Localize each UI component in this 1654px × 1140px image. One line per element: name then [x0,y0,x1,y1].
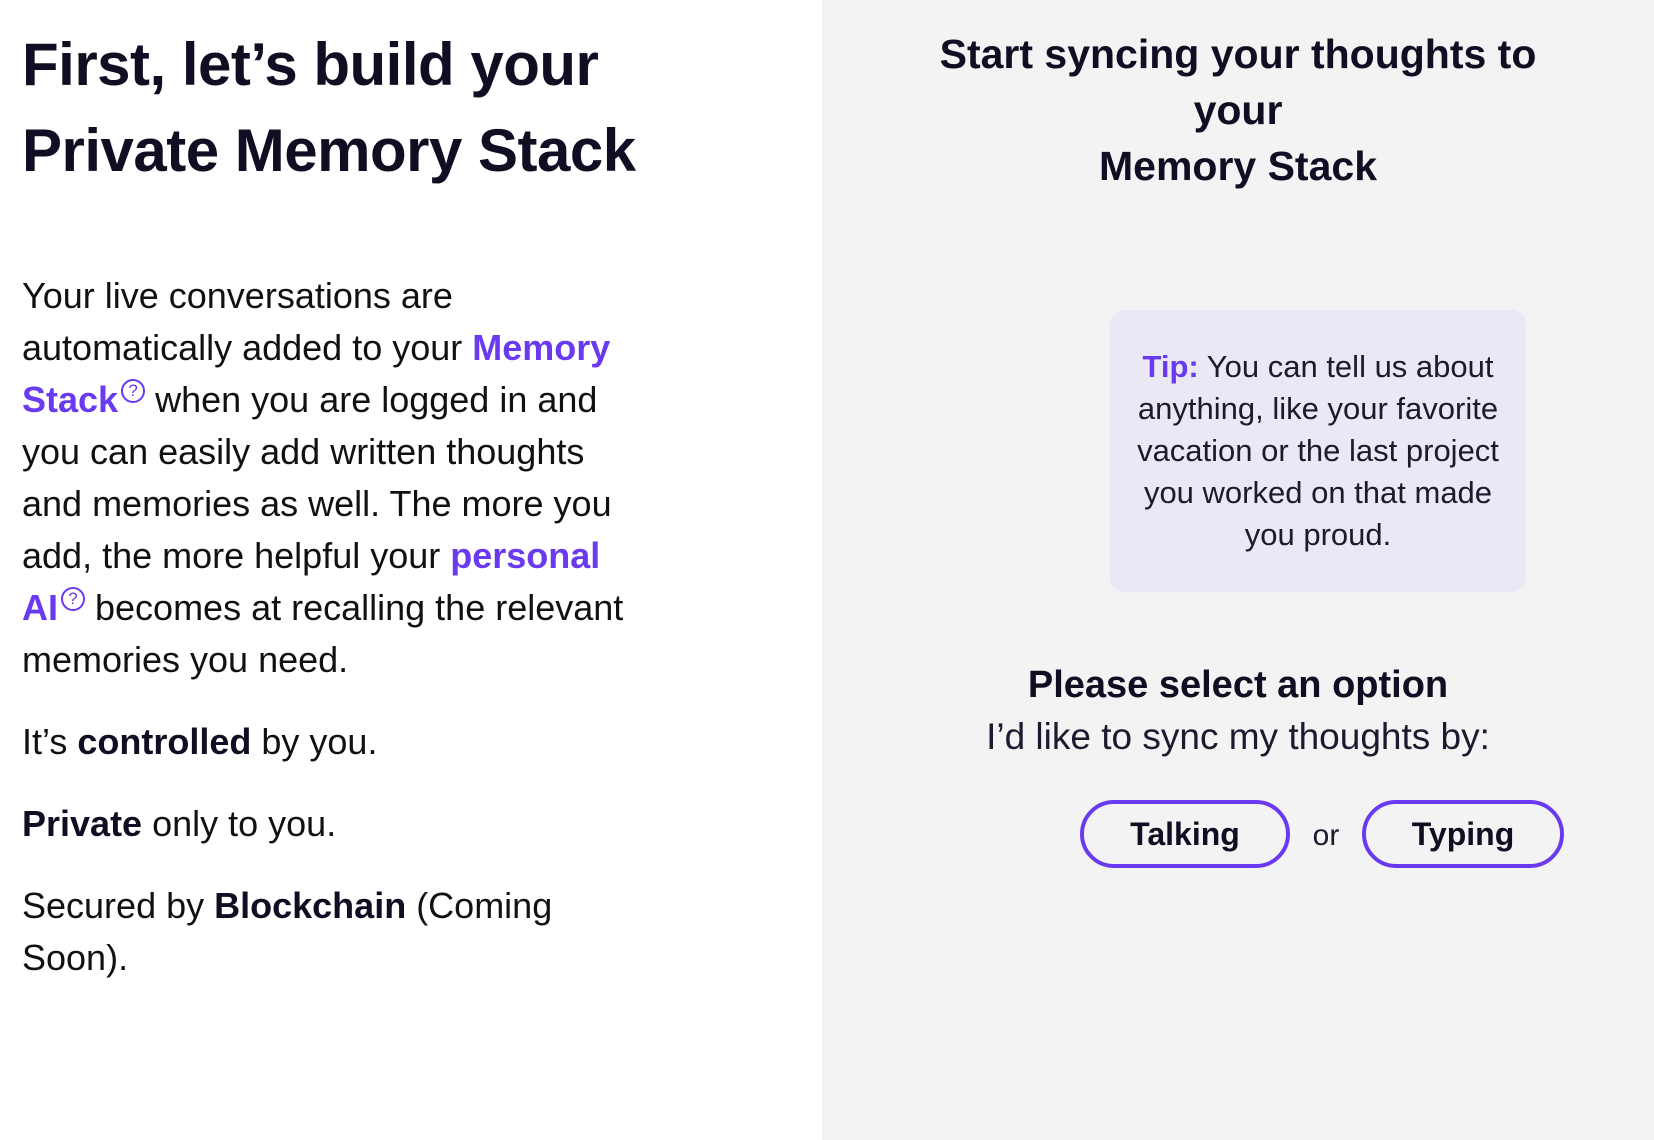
controlled-bold: controlled [77,721,252,762]
intro-paragraph: Your live conversations are automaticall… [22,270,642,686]
sync-panel: Start syncing your thoughts to your Memo… [822,0,1654,1140]
sync-options: Talking or Typing [1080,800,1564,868]
onboarding-page: First, let’s build your Private Memory S… [0,0,1654,1140]
private-suffix: only to you. [142,803,337,844]
talking-button[interactable]: Talking [1080,800,1290,868]
select-option-heading: Please select an option [1027,664,1449,706]
private-statement: Private only to you. [22,798,642,850]
tip-label: Tip: [1142,349,1199,384]
secured-prefix: Secured by [22,885,215,926]
intro-text-1: Your live conversations are automaticall… [22,275,473,368]
controlled-prefix: It’s [22,721,78,762]
secured-statement: Secured by Blockchain (Coming Soon). [22,880,642,984]
sync-title-line-1: Start syncing your thoughts to [939,31,1537,77]
page-heading: First, let’s build your Private Memory S… [22,31,636,184]
help-icon[interactable]: ? [61,587,85,611]
sync-title-line-2: your [1193,87,1283,133]
sync-title: Start syncing your thoughts to your Memo… [822,26,1654,194]
help-icon[interactable]: ? [121,379,146,403]
tip-box: Tip: You can tell us about anything, lik… [1110,310,1526,592]
secured-bold: Blockchain [214,885,407,926]
sync-title-line-3: Memory Stack [1098,143,1377,189]
intro-panel: First, let’s build your Private Memory S… [0,0,822,1140]
intro-text-3: becomes at recalling the relevant memori… [22,587,624,680]
typing-button[interactable]: Typing [1362,800,1564,868]
controlled-statement: It’s controlled by you. [22,716,642,768]
select-option-subtitle: I’d like to sync my thoughts by: [986,716,1490,757]
or-separator: or [1312,819,1340,852]
private-bold: Private [22,803,143,844]
controlled-suffix: by you. [251,721,378,762]
